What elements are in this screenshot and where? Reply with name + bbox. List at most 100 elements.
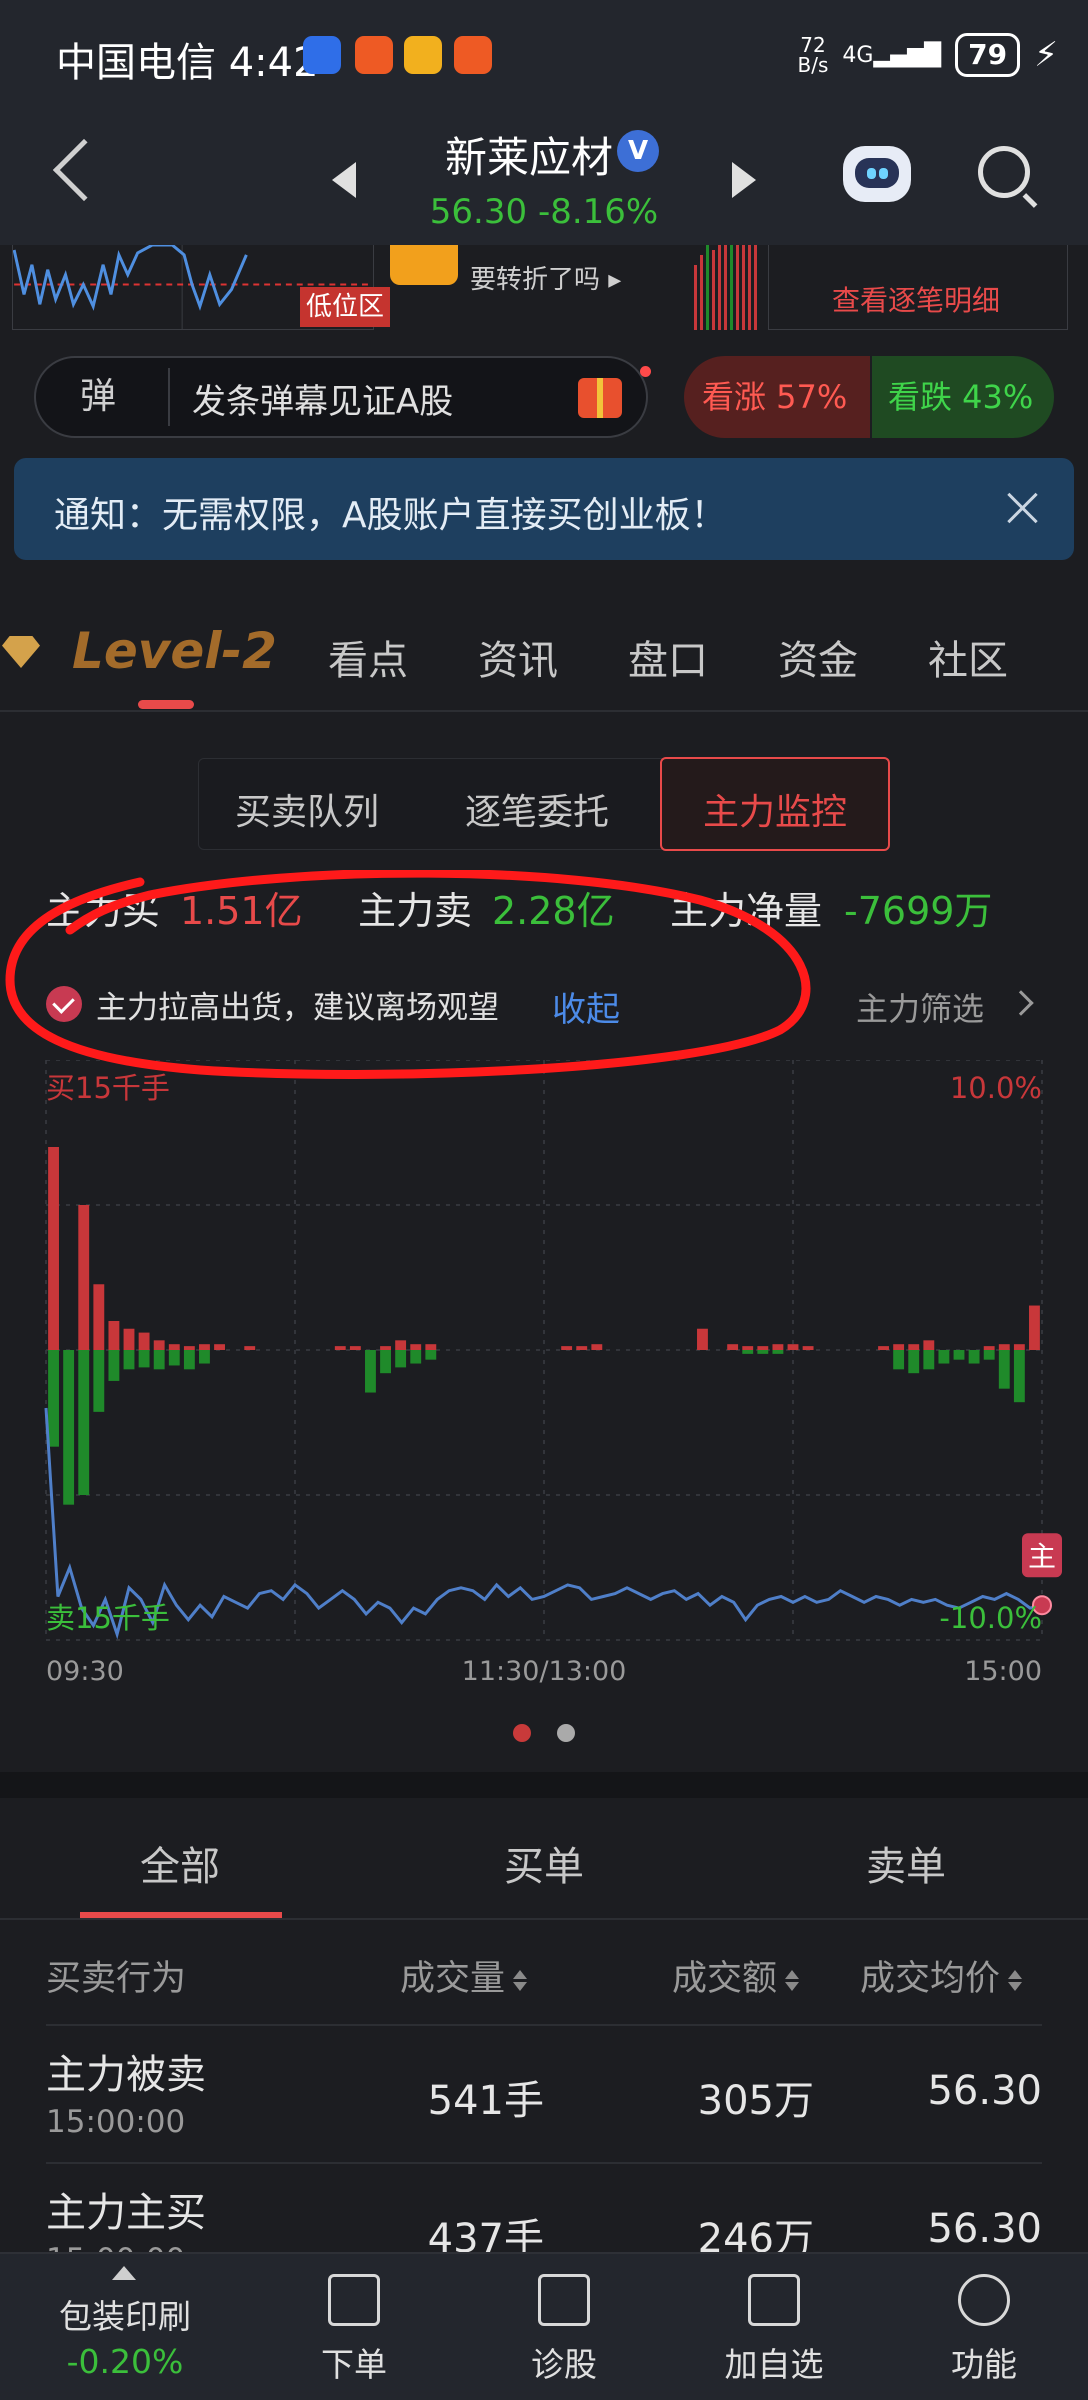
close-icon[interactable] [1002,488,1042,528]
sell-volume-bar [380,1350,391,1374]
col-avg-price[interactable]: 成交均价 [860,1950,1023,2001]
tab-all[interactable]: 全部 [140,1834,220,1892]
sell-volume-bar [893,1350,905,1370]
charging-icon: ⚡ [1034,35,1058,75]
sell-volume-bar [772,1350,784,1354]
gift-icon[interactable] [578,378,622,418]
diagnose-button[interactable]: 诊股 [484,2254,644,2400]
tab-news[interactable]: 资讯 [478,628,558,686]
section-divider [0,1772,1088,1798]
menu-label: 功能 [951,2345,1017,2384]
stock-name: 新莱应材 [444,133,613,182]
add-watchlist-icon [748,2274,800,2326]
row-time: 15:00:00 [46,2104,186,2140]
search-icon[interactable] [978,146,1030,198]
sell-volume-bar [199,1350,210,1364]
menu-button[interactable]: 功能 [904,2254,1064,2400]
x-tick-label: 11:30/13:00 [462,1656,627,1687]
main-force-tag: 主 [1028,1540,1056,1573]
buy-volume-bar [802,1346,814,1350]
price-line: 56.30 -8.16% [0,192,1088,232]
add-watchlist-button[interactable]: 加自选 [694,2254,854,2400]
sell-volume-bar [153,1350,165,1370]
main-net-value: -7699万 [844,889,993,933]
diamond-icon [2,636,40,668]
tab-funds[interactable]: 资金 [778,628,858,686]
app-notification-icon [355,36,393,74]
verified-icon: V [617,130,659,172]
robot-assistant-icon[interactable] [843,146,911,202]
seg-main-force-monitor[interactable]: 主力监控 [660,757,890,851]
buy-volume-bar [153,1340,165,1350]
vote-rise-button[interactable]: 看涨 57% [684,356,870,438]
mini-chart-strip: 低位区 要转折了吗 ▸ 查看逐笔明细 [0,245,1088,330]
y-max-volume-label: 买15千手 [46,1071,170,1105]
tab-orderbook[interactable]: 盘口 [628,628,708,686]
sell-volume-bar [168,1350,180,1366]
page-dot[interactable] [557,1724,575,1742]
seg-tick-orders[interactable]: 逐笔委托 [465,783,609,835]
buy-volume-bar [380,1346,391,1350]
buy-volume-bar [78,1205,90,1350]
tab-buy-orders[interactable]: 买单 [504,1834,584,1892]
related-index[interactable]: 包装印刷 -0.20% [0,2254,250,2400]
y-min-volume-label: 卖15千手 [46,1601,170,1635]
app-notification-icon [303,36,341,74]
bottom-action-bar: 包装印刷 -0.20% 下单 诊股 加自选 功能 [0,2252,1088,2400]
tab-sell-orders[interactable]: 卖单 [866,1834,946,1892]
view-tick-detail-link[interactable]: 查看逐笔明细 [832,279,1000,319]
tab-community[interactable]: 社区 [928,628,1008,686]
net-speed: 72 B/s [797,33,829,77]
buy-volume-bar [757,1346,769,1350]
danmu-placeholder: 发条弹幕见证A股 [192,382,454,422]
next-stock-icon[interactable] [732,162,756,198]
index-change: -0.20% [66,2342,184,2381]
main-force-chart[interactable]: 主 买15千手 10.0% 卖15千手 -10.0% 09:30 11:30/13:00 15… [0,1060,1088,1700]
row-avg-price: 56.30 [927,2206,1042,2252]
col-volume[interactable]: 成交量 [400,1950,528,2001]
notice-text: 通知：无需权限，A股账户直接买创业板！ [54,495,727,536]
page-dot-active[interactable] [513,1724,531,1742]
table-row[interactable]: 主力被卖 15:00:00 541手 305万 56.30 [0,2026,1088,2162]
sell-volume-bar [410,1350,422,1364]
col-amount[interactable]: 成交额 [672,1950,800,2001]
buy-volume-bar [93,1284,105,1350]
hint-text: 主力拉高出货，建议离场观望 [96,990,499,1026]
chevron-right-icon[interactable] [1008,990,1034,1016]
notice-banner[interactable]: 通知：无需权限，A股账户直接买创业板！ [14,458,1074,560]
app-notification-icon [454,36,492,74]
buy-volume-bar [1013,1344,1025,1350]
danmu-input[interactable]: 弹 发条弹幕见证A股 [34,356,651,438]
tab-highlights[interactable]: 看点 [328,628,408,686]
vote-fall-button[interactable]: 看跌 43% [872,356,1054,438]
main-buy-value: 1.51亿 [180,889,303,933]
row-amount: 305万 [697,2078,814,2124]
seg-buy-sell-queue[interactable]: 买卖队列 [235,783,379,835]
main-sell-value: 2.28亿 [492,889,615,933]
sell-volume-bar [938,1350,950,1364]
buy-volume-bar [334,1346,346,1350]
status-bar: 中国电信 4:42 72 B/s 4G▂▄▆█ 79 ⚡ [0,0,1088,110]
buy-volume-bar [576,1346,588,1350]
sell-volume-bar [983,1350,995,1360]
main-force-filter[interactable]: 主力筛选 [856,984,984,1030]
sell-volume-bar [395,1350,407,1368]
tab-level2[interactable]: Level-2 [72,622,277,680]
diagnose-label: 诊股 [531,2345,597,2384]
y-max-pct-label: 10.0% [950,1071,1042,1105]
promo-text[interactable]: 要转折了吗 ▸ [470,259,621,296]
main-sell-label: 主力卖 [358,889,473,933]
active-tab-indicator [80,1912,282,1918]
chart-grid [45,1060,1043,1641]
chevron-up-icon [112,2266,136,2280]
row-action: 主力主买 [46,2190,206,2236]
order-icon [328,2274,380,2326]
order-button[interactable]: 下单 [274,2254,434,2400]
collapse-link[interactable]: 收起 [552,982,620,1031]
check-icon [46,986,82,1022]
buy-volume-bar [998,1344,1010,1350]
sort-icon [785,1967,800,1994]
promo-icon[interactable] [390,245,458,285]
main-net-label: 主力净量 [670,889,823,933]
price-line [44,1407,1062,1640]
